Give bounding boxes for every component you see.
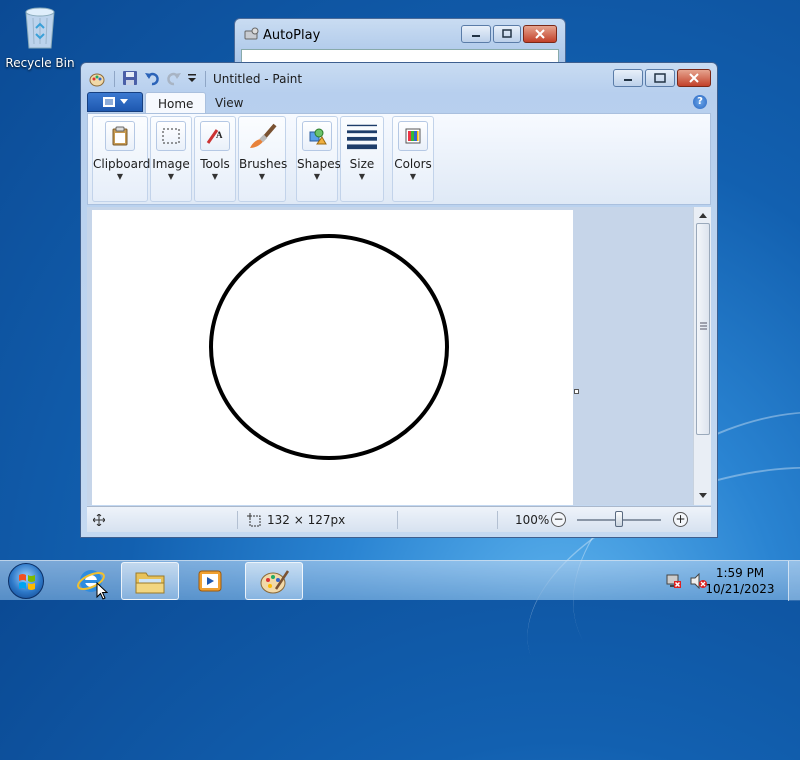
status-separator [497,511,498,529]
close-button[interactable] [677,69,711,87]
brush-icon [245,119,279,153]
folder-icon [135,572,165,594]
paint-icon [260,570,290,594]
autoplay-title: AutoPlay [263,28,321,43]
taskbar-windows-explorer[interactable] [121,562,179,600]
ribbon-group-clipboard[interactable]: Clipboard ▼ [92,116,151,202]
ribbon-group-label: Size [349,157,375,171]
recycle-bin-label: Recycle Bin [5,56,75,70]
start-button[interactable] [8,563,44,599]
ribbon-group-label: Clipboard [93,157,151,171]
ribbon-group-label: Shapes [297,157,341,171]
status-bar: 132 × 127px 100% − + [87,506,711,532]
selection-size-icon [247,513,261,530]
media-player-icon [198,570,222,592]
zoom-in-button[interactable]: + [673,512,688,527]
ribbon-group-brushes[interactable]: Brushes ▼ [238,116,288,202]
ribbon-group-label: Tools [200,157,230,171]
redo-icon[interactable] [166,70,182,90]
autoplay-content [241,49,559,63]
paint-app-icon [89,71,105,91]
size-icon [347,121,377,151]
action-center-icon[interactable] [666,573,682,592]
chevron-down-icon: ▼ [313,172,321,181]
ribbon-group-label: Image [152,157,190,171]
tools-icon: A [200,121,230,151]
scroll-up-icon [699,213,707,218]
selection-size: 132 × 127px [267,513,346,527]
canvas-resize-handle[interactable] [574,389,579,394]
windows-logo-icon [19,574,35,590]
colors-icon [398,121,428,151]
show-desktop-button[interactable] [788,561,800,601]
paint-window[interactable]: Untitled - Paint Home View ? Clipboard ▼… [80,62,718,538]
chevron-down-icon: ▼ [409,172,417,181]
undo-icon[interactable] [144,70,160,90]
qat-separator [114,71,115,87]
customize-qat-chevron-icon[interactable] [187,72,197,92]
tab-home[interactable]: Home [145,92,207,114]
chevron-down-icon: ▼ [167,172,175,181]
taskbar: 1:59 PM 10/21/2023 [0,560,800,601]
autoplay-window[interactable]: AutoPlay [234,18,566,64]
clock-time: 1:59 PM [715,566,765,580]
recycle-bin-icon [22,6,58,50]
cursor-position-icon [92,513,106,529]
minimize-button[interactable] [613,69,643,87]
scroll-down-icon [699,493,707,498]
chevron-down-icon [120,99,128,104]
system-clock[interactable]: 1:59 PM 10/21/2023 [700,565,780,597]
ribbon-group-label: Colors [394,157,432,171]
file-menu-icon [103,97,115,107]
zoom-level: 100% [515,513,550,527]
status-separator [237,511,238,529]
scrollbar-thumb[interactable] [696,223,710,435]
autoplay-maximize-button[interactable] [493,25,521,43]
ribbon-group-image[interactable]: Image ▼ [150,116,192,202]
taskbar-media-player[interactable] [181,562,239,600]
autoplay-icon [244,27,260,44]
clock-date: 10/21/2023 [705,582,775,596]
svg-text:A: A [216,130,223,140]
drawn-circle [209,234,449,460]
chevron-down-icon: ▼ [116,172,124,181]
file-menu-button[interactable] [87,92,143,112]
chevron-down-icon: ▼ [258,172,266,181]
save-icon[interactable] [122,70,138,90]
status-separator [397,511,398,529]
zoom-slider-thumb[interactable] [615,511,623,527]
taskbar-internet-explorer[interactable] [62,562,120,600]
ribbon-group-shapes[interactable]: Shapes ▼ [296,116,341,202]
chevron-down-icon: ▼ [211,172,219,181]
autoplay-close-button[interactable] [523,25,557,43]
autoplay-minimize-button[interactable] [461,25,491,43]
ribbon: Clipboard ▼ Image ▼ A Tools ▼ Brushes ▼ [87,113,711,205]
drawing-canvas[interactable] [92,210,573,505]
ribbon-group-tools[interactable]: A Tools ▼ [194,116,236,202]
ribbon-group-label: Brushes [239,157,288,171]
vertical-scrollbar[interactable] [693,207,711,505]
maximize-button[interactable] [645,69,675,87]
taskbar-paint[interactable] [245,562,303,600]
help-icon[interactable]: ? [693,95,707,109]
shapes-icon [302,121,332,151]
select-icon [156,121,186,151]
ribbon-group-size[interactable]: Size ▼ [340,116,384,202]
chevron-down-icon: ▼ [358,172,366,181]
tab-view[interactable]: View [203,92,255,114]
ribbon-group-colors[interactable]: Colors ▼ [392,116,434,202]
recycle-bin-shortcut[interactable]: Recycle Bin [4,6,76,70]
zoom-out-button[interactable]: − [551,512,566,527]
window-title: Untitled - Paint [213,72,303,86]
clipboard-icon [105,121,135,151]
title-separator [205,71,206,87]
canvas-workspace [87,207,693,505]
